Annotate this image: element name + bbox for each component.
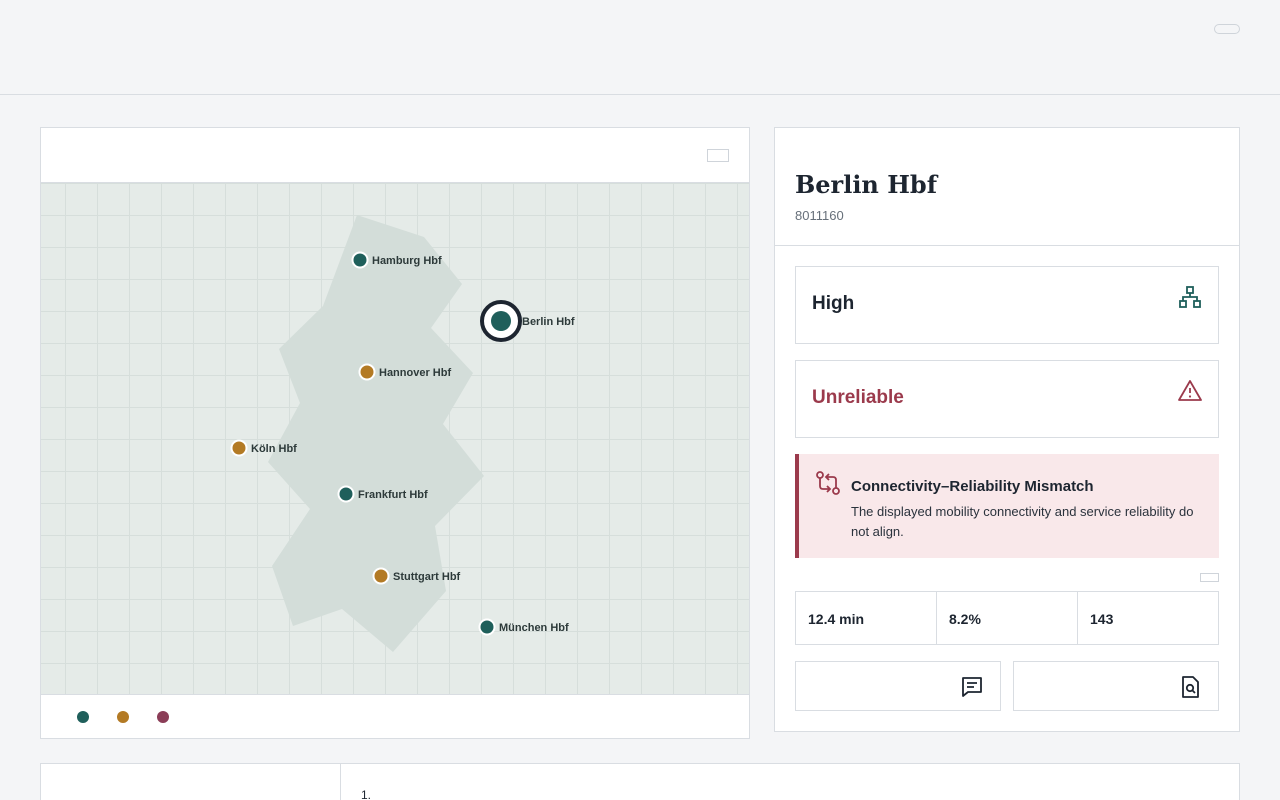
metric-value: 12.4 min xyxy=(808,611,865,627)
metrics-row: 12.4 min 8.2% 143 xyxy=(795,591,1219,645)
map-card: Hamburg Hbf Berlin Hbf Hannover Hbf Köln Hb… xyxy=(40,127,750,739)
station-label: Hannover Hbf xyxy=(379,367,451,379)
station-id: 8011160 xyxy=(795,208,844,223)
station-label: Stuttgart Hbf xyxy=(393,571,461,583)
document-search-button[interactable] xyxy=(1013,661,1219,711)
mismatch-alert: Connectivity–Reliability Mismatch The di… xyxy=(795,454,1219,558)
station-label: Berlin Hbf xyxy=(522,316,575,328)
message-button[interactable] xyxy=(795,661,1001,711)
document-search-icon xyxy=(1182,676,1199,698)
network-icon xyxy=(1179,286,1201,308)
station-dot xyxy=(372,567,390,585)
legend-dot-plum xyxy=(157,711,169,723)
map-header xyxy=(41,128,749,183)
message-icon xyxy=(962,677,982,697)
station-marker-hamburg-hbf[interactable]: Hamburg Hbf xyxy=(351,251,443,269)
metric-value: 143 xyxy=(1090,611,1114,627)
warning-icon xyxy=(1178,380,1202,401)
station-dot xyxy=(491,311,511,331)
station-detail-panel: Berlin Hbf 8011160 High Unreliable Conne… xyxy=(774,127,1240,732)
alert-text: The displayed mobility connectivity and … xyxy=(851,504,1194,539)
bottom-panel: 1. xyxy=(40,763,1240,800)
connectivity-status[interactable]: High xyxy=(795,266,1219,344)
metrics-toggle[interactable] xyxy=(1200,573,1219,582)
connectivity-label: High xyxy=(812,293,855,314)
station-marker-münchen-hbf[interactable]: München Hbf xyxy=(478,618,569,636)
metric-cell: 143 xyxy=(1078,592,1218,644)
station-dot xyxy=(478,618,496,636)
station-dot xyxy=(230,439,248,457)
metric-cell: 12.4 min xyxy=(796,592,937,644)
station-title: Berlin Hbf xyxy=(795,170,938,199)
reliability-label: Unreliable xyxy=(812,387,904,408)
station-dot xyxy=(358,363,376,381)
alert-title: Connectivity–Reliability Mismatch xyxy=(851,478,1094,495)
station-marker-stuttgart-hbf[interactable]: Stuttgart Hbf xyxy=(372,567,461,585)
legend-dot-ochre xyxy=(117,711,129,723)
station-label: Köln Hbf xyxy=(251,443,297,455)
station-dot xyxy=(351,251,369,269)
compare-arrows-icon xyxy=(816,471,840,495)
station-dot xyxy=(337,485,355,503)
station-label: Frankfurt Hbf xyxy=(358,489,428,501)
list-item: 1. xyxy=(361,788,372,800)
station-marker-hannover-hbf[interactable]: Hannover Hbf xyxy=(358,363,452,381)
top-bar-toggle[interactable] xyxy=(1214,24,1240,34)
map-area[interactable]: Hamburg Hbf Berlin Hbf Hannover Hbf Köln Hb… xyxy=(41,183,749,694)
station-marker-berlin-hbf[interactable]: Berlin Hbf xyxy=(480,300,575,342)
metric-cell: 8.2% xyxy=(937,592,1078,644)
region-shape xyxy=(268,215,484,652)
map-svg: Hamburg Hbf Berlin Hbf Hannover Hbf Köln Hb… xyxy=(230,215,575,652)
map-legend xyxy=(41,694,749,738)
bottom-divider xyxy=(340,764,341,800)
metric-value: 8.2% xyxy=(949,611,981,627)
legend-dot-teal xyxy=(77,711,89,723)
map-header-button[interactable] xyxy=(707,149,729,162)
reliability-status[interactable]: Unreliable xyxy=(795,360,1219,438)
station-marker-frankfurt-hbf[interactable]: Frankfurt Hbf xyxy=(337,485,429,503)
detail-header: Berlin Hbf 8011160 xyxy=(775,128,1239,246)
station-marker-köln-hbf[interactable]: Köln Hbf xyxy=(230,439,298,457)
station-label: München Hbf xyxy=(499,622,569,634)
station-label: Hamburg Hbf xyxy=(372,255,442,267)
top-bar xyxy=(0,0,1280,95)
